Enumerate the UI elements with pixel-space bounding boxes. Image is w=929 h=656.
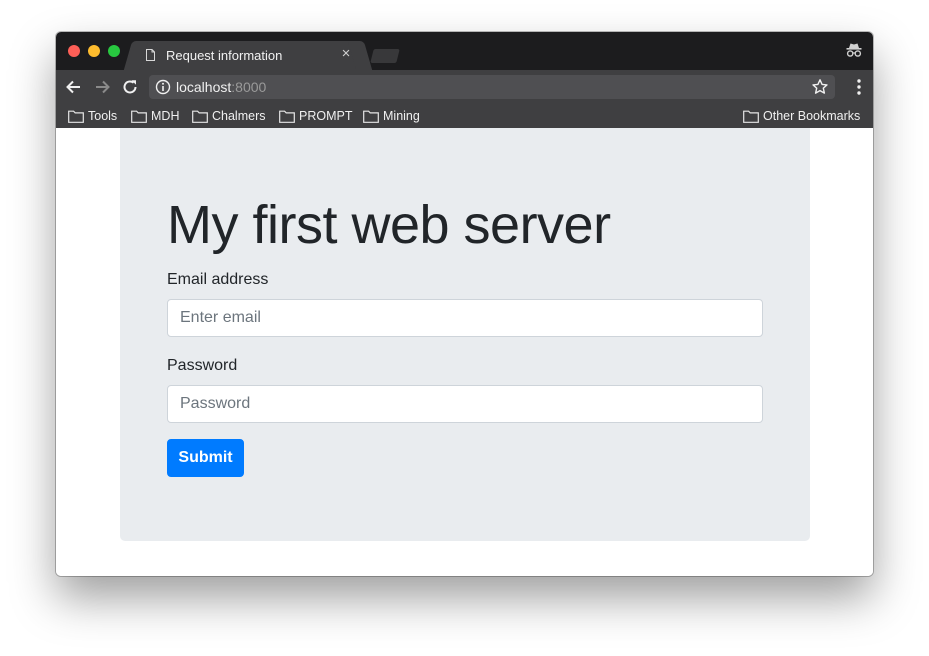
bookmark-mdh[interactable]: MDH — [131, 107, 179, 125]
forward-arrow-icon[interactable] — [92, 77, 112, 97]
minimize-window-button[interactable] — [88, 45, 100, 57]
password-label: Password — [167, 357, 238, 374]
submit-button[interactable]: Submit — [167, 439, 244, 477]
url-host: localhost — [176, 79, 232, 95]
email-label: Email address — [167, 271, 269, 288]
folder-icon — [131, 110, 147, 123]
tab-request-information[interactable]: Request information × — [136, 41, 360, 70]
bookmark-label: MDH — [151, 109, 180, 123]
page-title: My first web server — [167, 195, 611, 255]
bookmark-chalmers[interactable]: Chalmers — [192, 107, 266, 125]
menu-icon[interactable] — [857, 78, 861, 96]
title-bar: Request information × — [56, 32, 873, 70]
back-arrow-icon[interactable] — [64, 77, 84, 97]
bookmark-tools[interactable]: Tools — [68, 107, 117, 125]
address-bar[interactable]: localhost:8000 — [149, 75, 835, 99]
jumbotron: My first web server Email address Passwo… — [120, 128, 810, 541]
tab-title: Request information — [166, 48, 283, 63]
tab-close-icon[interactable]: × — [338, 46, 354, 62]
browser-toolbar: localhost:8000 — [56, 70, 873, 104]
maximize-window-button[interactable] — [108, 45, 120, 57]
folder-icon — [743, 110, 759, 123]
bookmarks-bar: Tools MDH Chalmers PROMPT Mining Other B… — [56, 104, 873, 128]
bookmark-label: Mining — [383, 109, 420, 123]
folder-icon — [192, 110, 208, 123]
incognito-icon — [846, 43, 862, 57]
bookmark-label: PROMPT — [299, 109, 353, 123]
bookmark-other-bookmarks[interactable]: Other Bookmarks — [743, 107, 860, 125]
folder-icon — [363, 110, 379, 123]
bookmark-mining[interactable]: Mining — [363, 107, 420, 125]
folder-icon — [68, 110, 84, 123]
reload-icon[interactable] — [120, 77, 140, 97]
page-content: My first web server Email address Passwo… — [56, 128, 873, 576]
url-text: localhost:8000 — [176, 79, 266, 95]
browser-window: Request information × localhost:8000 Too… — [56, 32, 873, 576]
bookmark-label: Chalmers — [212, 109, 266, 123]
folder-icon — [279, 110, 295, 123]
url-port: :8000 — [231, 79, 267, 95]
bookmark-label: Other Bookmarks — [763, 109, 861, 123]
password-field[interactable] — [167, 385, 763, 423]
document-icon — [146, 49, 155, 61]
info-icon[interactable] — [155, 79, 171, 95]
new-tab-button[interactable] — [370, 49, 400, 63]
close-window-button[interactable] — [68, 45, 80, 57]
email-field[interactable] — [167, 299, 763, 337]
star-icon[interactable] — [811, 78, 829, 96]
bookmark-label: Tools — [88, 109, 118, 123]
bookmark-prompt[interactable]: PROMPT — [279, 107, 352, 125]
